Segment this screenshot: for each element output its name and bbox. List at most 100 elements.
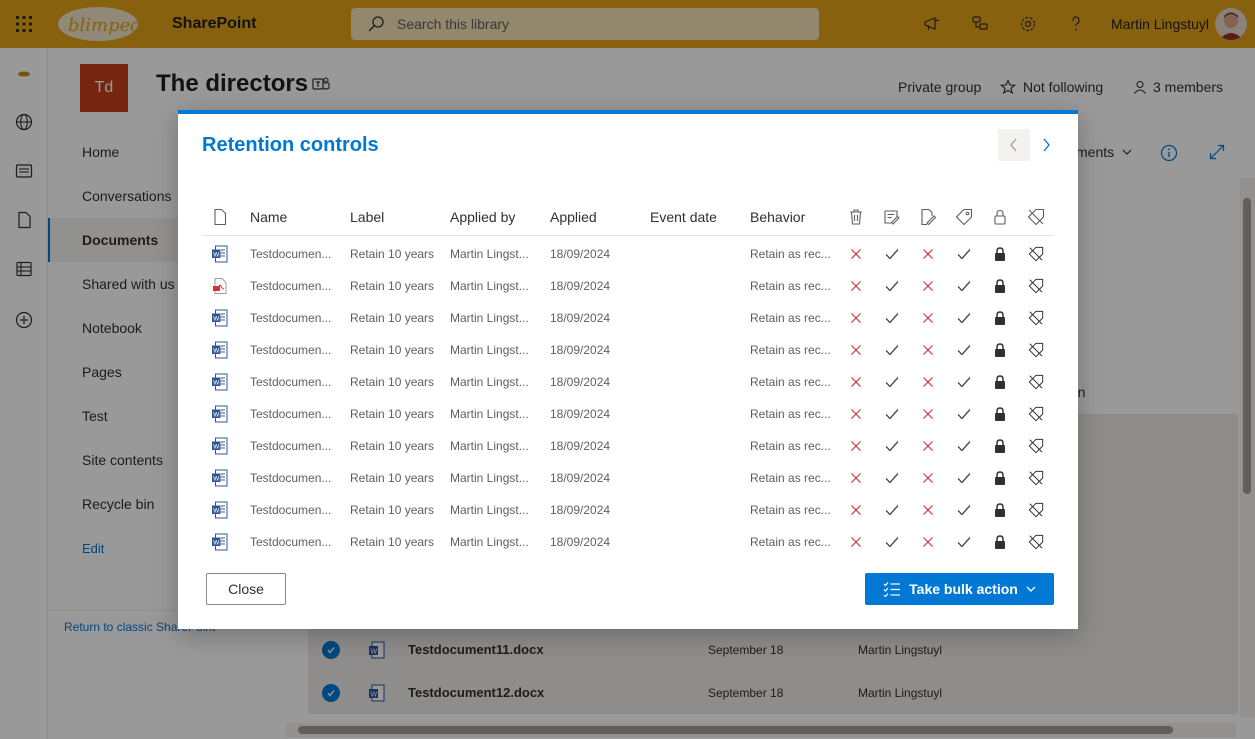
label-value: Retain 10 years (350, 311, 435, 325)
delete-permission-icon (847, 405, 865, 423)
edit-content-permission-icon (919, 309, 937, 327)
lock-status-icon (991, 437, 1009, 455)
take-bulk-action-button[interactable]: Take bulk action (865, 573, 1054, 605)
applied-date: 18/09/2024 (550, 535, 611, 549)
word-doc-icon: W (211, 341, 229, 359)
checklist-icon (883, 582, 901, 597)
table-row[interactable]: W Testdocumen... Retain 10 years Martin Lin… (202, 334, 1054, 366)
pdf-file-icon (211, 277, 229, 295)
edit-properties-permission-icon (883, 341, 901, 359)
applied-by-value: Martin Lingst... (450, 247, 529, 261)
edit-content-permission-icon (919, 245, 937, 263)
table-row[interactable]: W Testdocumen... Retain 10 years Martin Lin… (202, 430, 1054, 462)
applied-date: 18/09/2024 (550, 247, 611, 261)
file-type-header-icon[interactable] (211, 208, 229, 226)
edit-content-permission-icon (919, 373, 937, 391)
column-applied-by[interactable]: Applied by (450, 209, 515, 225)
next-button[interactable] (1030, 129, 1062, 161)
file-name: Testdocumen... (250, 343, 332, 357)
label-value: Retain 10 years (350, 375, 435, 389)
applied-by-value: Martin Lingst... (450, 407, 529, 421)
edit-content-permission-icon (919, 277, 937, 295)
delete-permission-icon (847, 309, 865, 327)
word-doc-icon: W (211, 469, 229, 487)
label-value: Retain 10 years (350, 503, 435, 517)
applied-date: 18/09/2024 (550, 439, 611, 453)
edit-properties-icon (884, 210, 900, 225)
column-applied[interactable]: Applied (550, 209, 597, 225)
behavior-value: Retain as rec... (750, 375, 831, 389)
column-event-date[interactable]: Event date (650, 209, 717, 225)
edit-properties-permission-icon (883, 501, 901, 519)
column-label[interactable]: Label (350, 209, 384, 225)
word-doc-icon: W (211, 533, 229, 551)
applied-by-value: Martin Lingst... (450, 535, 529, 549)
svg-text:W: W (213, 475, 220, 483)
edit-properties-permission-icon (883, 533, 901, 551)
table-row[interactable]: W Testdocumen... Retain 10 years Martin Lin… (202, 398, 1054, 430)
relabel-permission-icon (955, 469, 973, 487)
relabel-permission-icon (955, 405, 973, 423)
previous-button[interactable] (998, 129, 1030, 161)
relabel-permission-icon (955, 309, 973, 327)
lock-status-icon (991, 245, 1009, 263)
edit-content-permission-icon (919, 341, 937, 359)
applied-date: 18/09/2024 (550, 311, 611, 325)
delete-permission-icon (847, 501, 865, 519)
bulk-action-label: Take bulk action (909, 581, 1018, 597)
table-row[interactable]: W Testdocumen... Retain 10 years Martin Lin… (202, 494, 1054, 526)
svg-text:W: W (213, 251, 220, 259)
lock-status-icon (991, 533, 1009, 551)
edit-properties-permission-icon (883, 469, 901, 487)
lock-status-icon (991, 277, 1009, 295)
table-row[interactable]: W Testdocumen... Retain 10 years Martin Lin… (202, 526, 1054, 558)
edit-content-permission-icon (919, 533, 937, 551)
chevron-down-icon (1026, 586, 1036, 592)
behavior-value: Retain as rec... (750, 407, 831, 421)
remove-label-icon (1027, 309, 1045, 327)
behavior-value: Retain as rec... (750, 471, 831, 485)
table-row[interactable]: W Testdocumen... Retain 10 years Martin Lin… (202, 238, 1054, 270)
remove-label-icon (1027, 245, 1045, 263)
remove-label-icon (1027, 373, 1045, 391)
lock-status-icon (991, 309, 1009, 327)
svg-text:W: W (213, 347, 220, 355)
edit-properties-permission-icon (883, 405, 901, 423)
table-row[interactable]: Testdocumen... Retain 10 years Martin Ling… (202, 270, 1054, 302)
dialog-title: Retention controls (202, 134, 379, 156)
edit-content-icon (921, 208, 937, 226)
remove-label-icon (1027, 437, 1045, 455)
chevron-left-icon (1010, 138, 1017, 152)
applied-date: 18/09/2024 (550, 343, 611, 357)
word-doc-icon: W (211, 501, 229, 519)
relabel-permission-icon (955, 437, 973, 455)
lock-status-icon (991, 405, 1009, 423)
behavior-value: Retain as rec... (750, 439, 831, 453)
lock-status-icon (991, 341, 1009, 359)
applied-date: 18/09/2024 (550, 503, 611, 517)
delete-permission-icon (847, 437, 865, 455)
edit-content-permission-icon (919, 501, 937, 519)
remove-label-icon (1027, 469, 1045, 487)
column-name[interactable]: Name (250, 209, 287, 225)
close-button[interactable]: Close (206, 573, 286, 605)
delete-permission-icon (847, 277, 865, 295)
label-value: Retain 10 years (350, 535, 435, 549)
svg-text:W: W (213, 507, 220, 515)
applied-date: 18/09/2024 (550, 375, 611, 389)
edit-content-permission-icon (919, 469, 937, 487)
delete-permission-icon (847, 245, 865, 263)
table-row[interactable]: W Testdocumen... Retain 10 years Martin Lin… (202, 302, 1054, 334)
table-row[interactable]: W Testdocumen... Retain 10 years Martin Lin… (202, 462, 1054, 494)
remove-label-icon (1027, 501, 1045, 519)
relabel-permission-icon (955, 501, 973, 519)
word-doc-icon: W (211, 437, 229, 455)
word-doc-icon: W (211, 373, 229, 391)
behavior-value: Retain as rec... (750, 311, 831, 325)
remove-label-icon (1027, 405, 1045, 423)
delete-permission-icon (847, 341, 865, 359)
table-row[interactable]: W Testdocumen... Retain 10 years Martin Lin… (202, 366, 1054, 398)
label-value: Retain 10 years (350, 279, 435, 293)
column-behavior[interactable]: Behavior (750, 209, 805, 225)
file-name: Testdocumen... (250, 311, 332, 325)
